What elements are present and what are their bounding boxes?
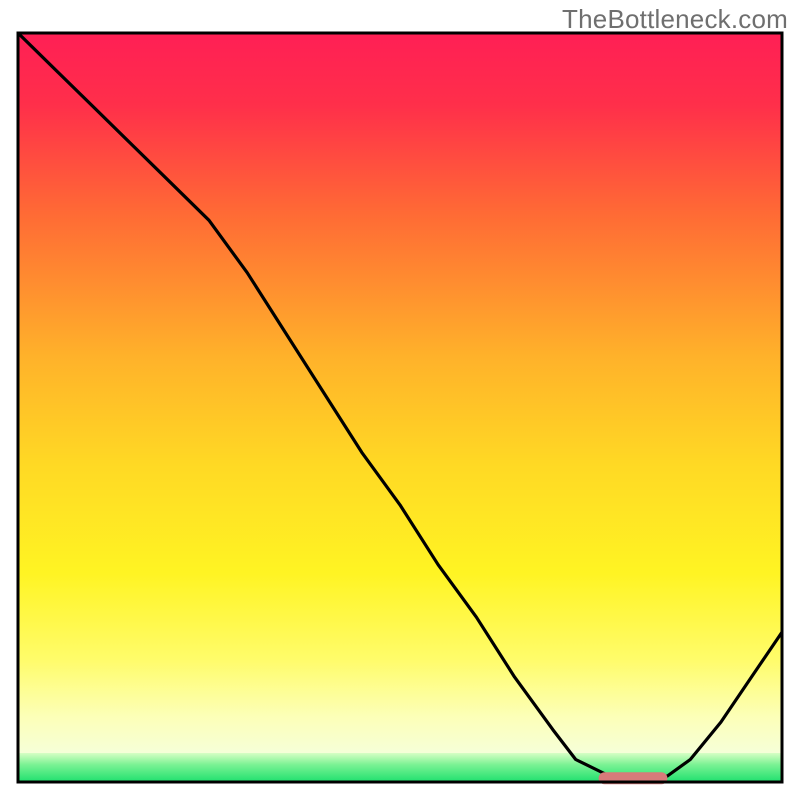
bottleneck-chart — [0, 0, 800, 800]
gradient-green-band — [18, 753, 782, 782]
gradient-warm — [18, 33, 782, 753]
watermark-text: TheBottleneck.com — [562, 4, 788, 35]
chart-container: TheBottleneck.com — [0, 0, 800, 800]
